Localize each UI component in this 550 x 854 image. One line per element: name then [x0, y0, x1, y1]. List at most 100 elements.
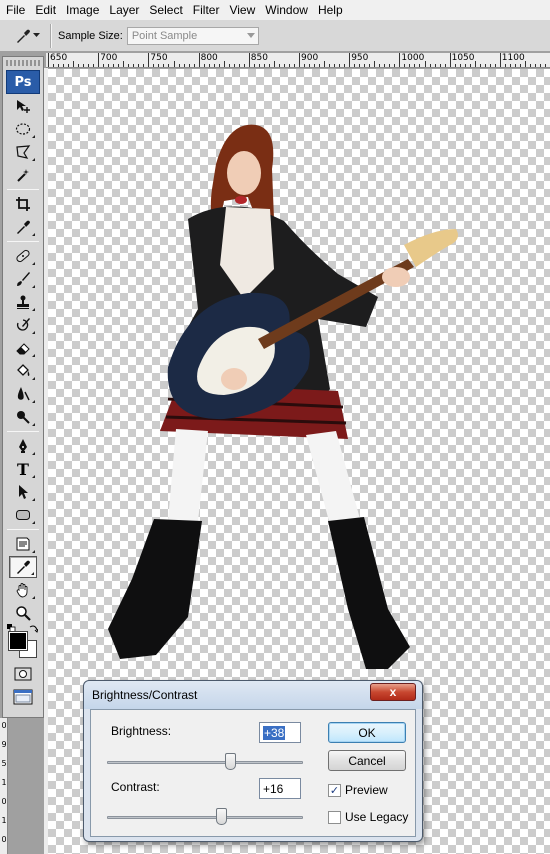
ruler-label: 650	[50, 53, 68, 63]
menu-image[interactable]: Image	[61, 3, 104, 17]
paint-bucket-tool[interactable]	[9, 360, 37, 382]
ruler-minor-tick	[434, 64, 436, 67]
ruler-minor-tick	[193, 64, 195, 67]
close-icon: x	[389, 685, 397, 699]
swap-colors-icon[interactable]	[29, 624, 38, 633]
quick-mask-mode-button[interactable]	[9, 663, 37, 685]
use-legacy-checkbox[interactable]: Use Legacy	[328, 810, 408, 824]
ruler-minor-tick	[484, 64, 486, 67]
ruler-minor-tick	[158, 64, 160, 67]
toolbox: Ps T	[2, 56, 44, 718]
contrast-slider-track[interactable]	[107, 816, 303, 819]
contrast-slider-thumb[interactable]	[216, 808, 227, 825]
ruler-minor-tick	[444, 64, 446, 67]
eyedropper-tool[interactable]	[9, 216, 37, 238]
ruler-minor-tick	[359, 64, 361, 67]
menu-file[interactable]: File	[0, 3, 30, 17]
type-tool[interactable]: T	[9, 458, 37, 480]
brightness-slider-track[interactable]	[107, 761, 303, 764]
color-sampler-tool[interactable]	[9, 556, 37, 578]
color-swatches	[6, 624, 40, 662]
ruler-minor-tick	[143, 64, 145, 67]
vertical-ruler-labels: 0 9 5 1 0 1 0	[0, 718, 8, 854]
ruler-tick	[148, 53, 150, 67]
brightness-contrast-dialog: Brightness/Contrast x Brightness: +38 Co…	[83, 680, 423, 842]
preview-checkbox[interactable]: ✓ Preview	[328, 783, 388, 797]
foreground-color-swatch[interactable]	[8, 631, 28, 651]
ruler-minor-tick	[524, 61, 526, 67]
ruler-label: 950	[351, 53, 369, 63]
ruler-label: 1000	[401, 53, 425, 63]
screen-mode-button[interactable]	[9, 686, 37, 708]
ruler-tick	[349, 53, 351, 67]
ruler-minor-tick	[409, 64, 411, 67]
notes-icon	[16, 537, 30, 551]
clone-stamp-tool[interactable]	[9, 291, 37, 313]
crop-tool[interactable]	[9, 193, 37, 215]
ruler-minor-tick	[183, 64, 185, 67]
notes-tool[interactable]	[9, 533, 37, 555]
menu-help[interactable]: Help	[313, 3, 348, 17]
chevron-down-icon	[32, 33, 40, 37]
ruler-minor-tick	[218, 64, 220, 67]
brightness-input[interactable]: +38	[259, 722, 301, 743]
ruler-minor-tick	[459, 64, 461, 67]
menu-window[interactable]: Window	[260, 3, 313, 17]
cancel-button[interactable]: Cancel	[328, 750, 406, 771]
rectangle-shape-tool[interactable]	[9, 504, 37, 526]
contrast-input[interactable]: +16	[259, 778, 301, 799]
pen-tool[interactable]	[9, 435, 37, 457]
polygonal-lasso-tool[interactable]	[9, 141, 37, 163]
toolbox-grip[interactable]	[6, 60, 40, 66]
hand-tool[interactable]	[9, 579, 37, 601]
ruler-minor-tick	[73, 61, 75, 67]
path-selection-tool[interactable]	[9, 481, 37, 503]
close-button[interactable]: x	[370, 683, 416, 701]
eraser-tool[interactable]	[9, 337, 37, 359]
ruler-minor-tick	[273, 61, 275, 67]
ruler-minor-tick	[258, 64, 260, 67]
eyedropper-icon	[17, 560, 30, 574]
ruler-minor-tick	[494, 64, 496, 67]
brush-tool[interactable]	[9, 268, 37, 290]
history-brush-tool[interactable]	[9, 314, 37, 336]
healing-brush-tool[interactable]	[9, 245, 37, 267]
menu-view[interactable]: View	[224, 3, 260, 17]
lasso-marquee-tool[interactable]	[9, 118, 37, 140]
brightness-slider-thumb[interactable]	[225, 753, 236, 770]
ruler-minor-tick	[314, 64, 316, 67]
cancel-button-label: Cancel	[348, 753, 386, 768]
ruler-minor-tick	[283, 64, 285, 67]
blur-tool[interactable]	[9, 383, 37, 405]
ruler-minor-tick	[213, 64, 215, 67]
zoom-tool[interactable]	[9, 602, 37, 624]
menu-edit[interactable]: Edit	[30, 3, 61, 17]
ruler-minor-tick	[93, 64, 95, 67]
tool-preset-picker[interactable]	[10, 23, 44, 49]
menu-layer[interactable]: Layer	[104, 3, 144, 17]
ruler-label: 850	[250, 53, 268, 63]
move-tool[interactable]	[9, 95, 37, 117]
magic-wand-tool[interactable]	[9, 164, 37, 186]
ruler-minor-tick	[414, 64, 416, 67]
ruler-minor-tick	[223, 61, 225, 67]
preview-checkbox-box[interactable]: ✓	[328, 783, 341, 797]
ok-button[interactable]: OK	[328, 722, 406, 743]
ruler-minor-tick	[228, 64, 230, 67]
photoshop-logo[interactable]: Ps	[6, 70, 40, 94]
ruler-minor-tick	[489, 64, 491, 67]
ruler-minor-tick	[354, 64, 356, 67]
use-legacy-checkbox-box[interactable]	[328, 810, 341, 824]
ruler-minor-tick	[188, 64, 190, 67]
ruler-minor-tick	[529, 64, 531, 67]
sample-size-select[interactable]: Point Sample	[126, 26, 259, 45]
menu-select[interactable]: Select	[144, 3, 187, 17]
ruler-label: 5	[1, 759, 7, 768]
sample-size-label: Sample Size:	[58, 29, 123, 42]
separator	[50, 23, 52, 48]
menu-filter[interactable]: Filter	[188, 3, 225, 17]
ruler-minor-tick	[379, 64, 381, 67]
dodge-tool[interactable]	[9, 406, 37, 428]
ruler-label: 1	[1, 816, 7, 825]
ruler-minor-tick	[83, 64, 85, 67]
